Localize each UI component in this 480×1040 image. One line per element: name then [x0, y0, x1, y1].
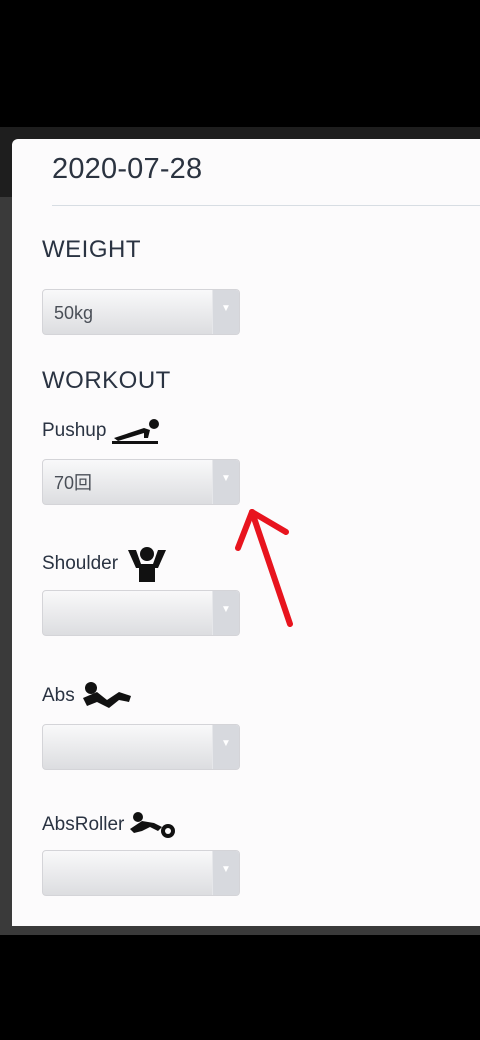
- pushup-select[interactable]: 70回 ▼: [42, 459, 240, 505]
- absroller-label: AbsRoller: [42, 809, 178, 841]
- shoulder-icon: [128, 547, 167, 582]
- title-divider: [52, 205, 480, 206]
- workout-section-title: WORKOUT: [42, 367, 171, 394]
- pushup-select-dropdown[interactable]: ▼: [212, 460, 239, 504]
- shoulder-label-text: Shoulder: [42, 553, 119, 574]
- chevron-down-icon: ▼: [221, 863, 231, 875]
- absroller-label-text: AbsRoller: [42, 814, 125, 835]
- chevron-down-icon: ▼: [221, 302, 231, 314]
- pushup-select-value: 70回: [54, 473, 93, 493]
- abs-label: Abs: [42, 680, 133, 712]
- absroller-select[interactable]: ▼: [42, 850, 240, 896]
- screen: 2020-07-28 WEIGHT 50kg ▼ WORKOUT Pushup …: [0, 0, 480, 1040]
- date-title: 2020-07-28: [52, 153, 203, 185]
- chevron-down-icon: ▼: [221, 472, 231, 484]
- absroller-select-dropdown[interactable]: ▼: [212, 851, 239, 895]
- annotation-arrow-icon: [235, 509, 293, 627]
- pushup-icon: [112, 419, 160, 444]
- abs-select-dropdown[interactable]: ▼: [212, 725, 239, 769]
- abs-label-text: Abs: [42, 685, 75, 706]
- weight-section-title: WEIGHT: [42, 236, 141, 263]
- shoulder-select[interactable]: ▼: [42, 590, 240, 636]
- weight-select-dropdown[interactable]: ▼: [212, 290, 239, 334]
- abs-select[interactable]: ▼: [42, 724, 240, 770]
- abs-icon: [82, 682, 131, 708]
- pushup-label: Pushup: [42, 416, 162, 446]
- pushup-label-text: Pushup: [42, 420, 107, 441]
- shoulder-label: Shoulder: [42, 544, 172, 584]
- absroller-icon: [130, 812, 176, 838]
- weight-select-value: 50kg: [54, 303, 94, 323]
- weight-select[interactable]: 50kg ▼: [42, 289, 240, 335]
- chevron-down-icon: ▼: [221, 737, 231, 749]
